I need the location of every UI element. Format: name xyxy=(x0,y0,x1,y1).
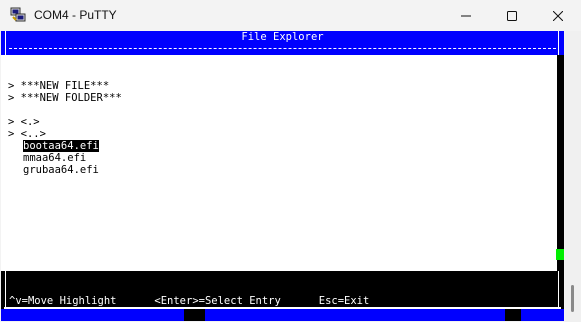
header-band: File Explorer xyxy=(1,31,564,55)
new-file-item[interactable]: > ***NEW FILE*** xyxy=(8,80,109,92)
close-button[interactable] xyxy=(535,0,581,31)
vertical-scrollbar[interactable] xyxy=(565,31,581,322)
footer-band: ^v=Move Highlight <Enter>=Select Entry E… xyxy=(1,271,564,321)
putty-icon xyxy=(10,7,26,22)
minimize-button[interactable] xyxy=(443,0,489,31)
terminal-cursor xyxy=(556,249,564,260)
file-item[interactable]: grubaa64.efi xyxy=(23,164,99,176)
file-item-highlighted[interactable]: bootaa64.efi xyxy=(23,140,99,152)
maximize-button[interactable] xyxy=(489,0,535,31)
footer-segment xyxy=(521,309,564,321)
minimize-icon xyxy=(461,15,471,16)
footer-right-border xyxy=(558,271,559,308)
footer-left-border xyxy=(5,271,6,308)
current-dir-item[interactable]: > <.> xyxy=(8,116,40,128)
file-item[interactable]: mmaa64.efi xyxy=(23,152,86,164)
window-title: COM4 - PuTTY xyxy=(34,8,117,22)
file-list-area: > ***NEW FILE*** > ***NEW FOLDER*** > <.… xyxy=(1,55,557,271)
title-bar[interactable]: COM4 - PuTTY xyxy=(0,0,581,31)
maximize-icon xyxy=(507,10,517,21)
footer-segment xyxy=(1,309,184,321)
footer-hints: ^v=Move Highlight <Enter>=Select Entry E… xyxy=(9,295,370,307)
footer-segment xyxy=(205,309,505,321)
header-divider xyxy=(9,48,556,49)
close-icon xyxy=(553,10,563,21)
scroll-thumb[interactable] xyxy=(571,285,574,312)
parent-dir-item[interactable]: > <..> xyxy=(8,128,46,140)
terminal-area[interactable]: File Explorer > ***NEW FILE*** > ***NEW … xyxy=(1,31,564,321)
new-folder-item[interactable]: > ***NEW FOLDER*** xyxy=(8,92,122,104)
header-title: File Explorer xyxy=(241,31,324,43)
